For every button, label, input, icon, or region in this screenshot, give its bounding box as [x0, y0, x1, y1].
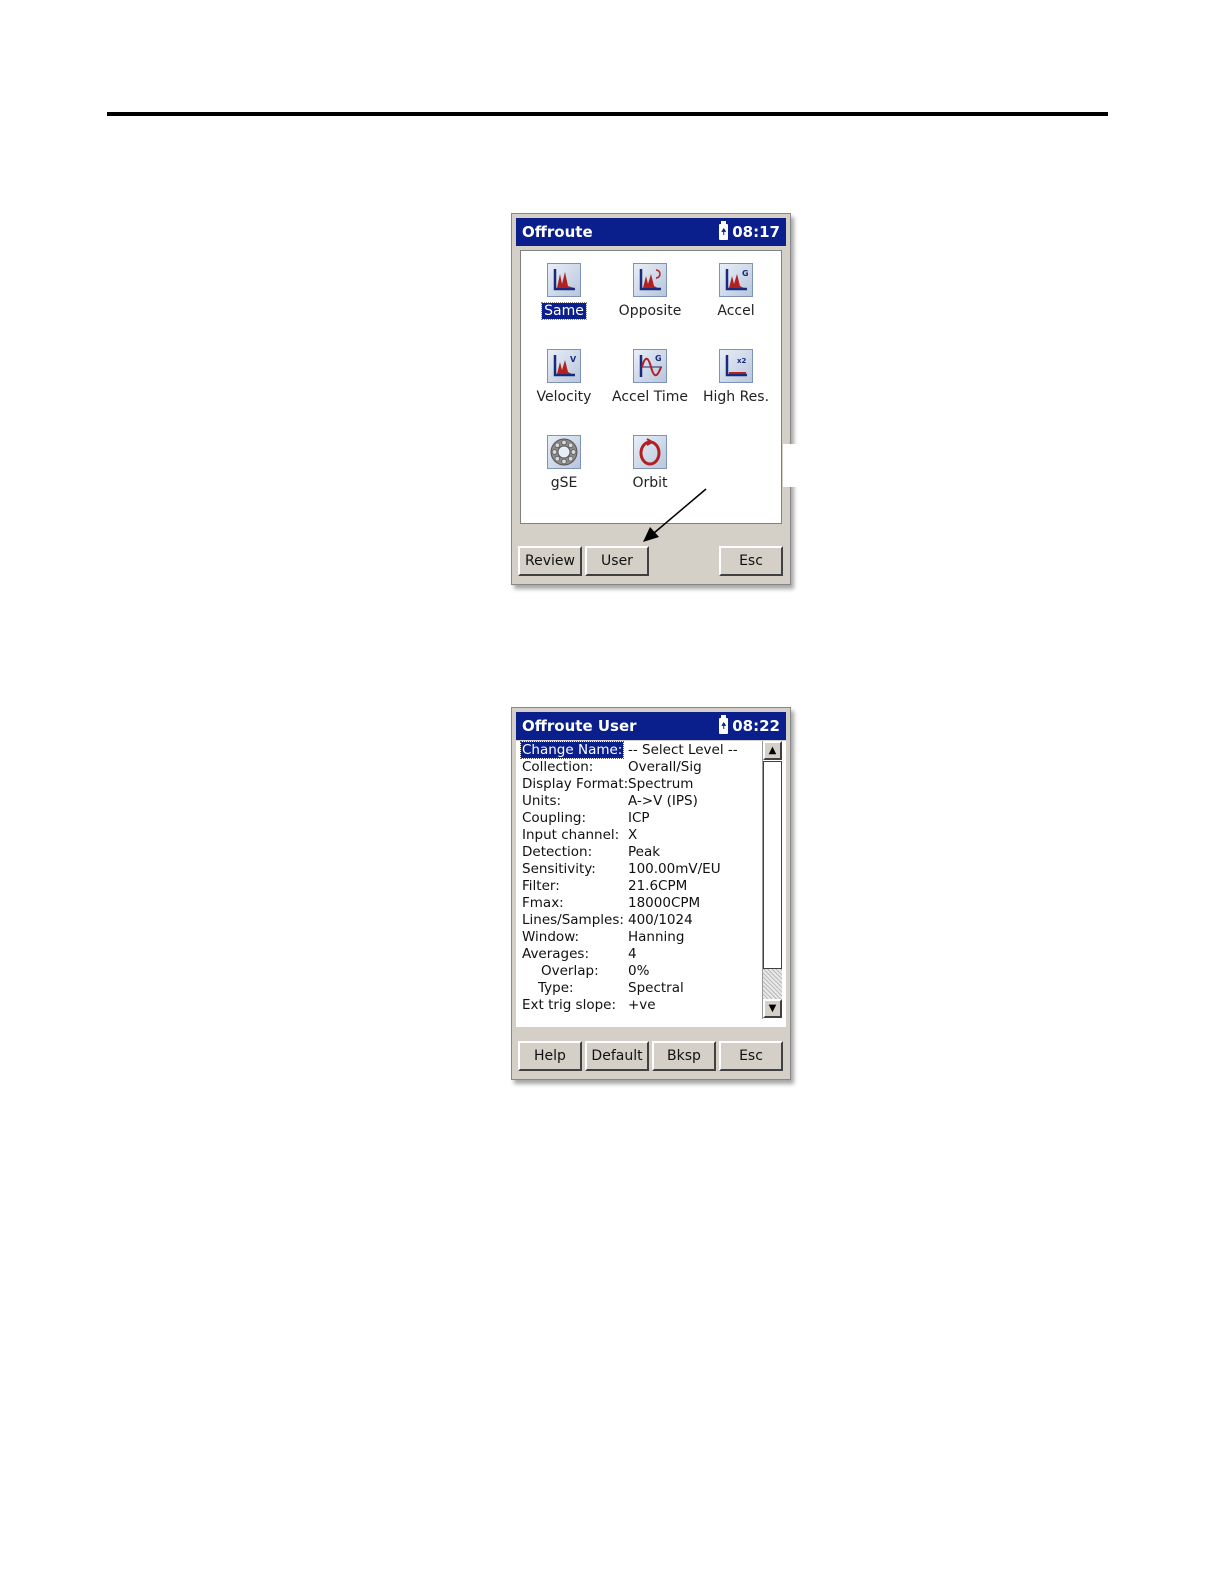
setting-value: 4	[628, 946, 637, 962]
scrollbar-thumb[interactable]	[763, 761, 782, 969]
list-item[interactable]: Collection: Overall/Sig	[522, 759, 758, 776]
setting-value: 0%	[628, 963, 650, 979]
setting-value: Hanning	[628, 929, 685, 945]
esc-button[interactable]: Esc	[719, 1041, 783, 1071]
list-item[interactable]: Input channel: X	[522, 827, 758, 844]
setting-name: Units:	[522, 793, 562, 809]
setting-value: A->V (IPS)	[628, 793, 698, 809]
bksp-button[interactable]: Bksp	[652, 1041, 716, 1071]
title-bar: Offroute User 08:22	[516, 712, 786, 740]
default-button[interactable]: Default	[585, 1041, 649, 1071]
help-button[interactable]: Help	[518, 1041, 582, 1071]
setting-value: 100.00mV/EU	[628, 861, 721, 877]
setting-value: -- Select Level --	[628, 742, 738, 758]
setting-name: Sensitivity:	[522, 861, 596, 877]
setting-value: +ve	[628, 997, 656, 1013]
setting-value: 21.6CPM	[628, 878, 688, 894]
setting-value: Peak	[628, 844, 661, 860]
setting-name: Fmax:	[522, 895, 564, 911]
list-item[interactable]: Display Format: Spectrum	[522, 776, 758, 793]
list-item[interactable]: Change Name: -- Select Level --	[519, 741, 758, 759]
setting-value: 18000CPM	[628, 895, 701, 911]
scroll-up-icon[interactable]: ▲	[763, 741, 782, 760]
list-item[interactable]: Overlap: 0%	[522, 963, 758, 980]
settings-list: Change Name: -- Select Level -- Collectio…	[516, 741, 786, 1027]
setting-name: Collection:	[522, 759, 594, 775]
clock: 08:22	[732, 717, 780, 735]
setting-name: Detection:	[522, 844, 593, 860]
setting-value: Spectrum	[628, 776, 694, 792]
list-item[interactable]: Units: A->V (IPS)	[522, 793, 758, 810]
setting-value: 400/1024	[628, 912, 693, 928]
battery-icon	[719, 715, 729, 734]
list-item[interactable]: Filter: 21.6CPM	[522, 878, 758, 895]
setting-name: Input channel:	[522, 827, 620, 843]
list-item[interactable]: Sensitivity: 100.00mV/EU	[522, 861, 758, 878]
list-item[interactable]: Coupling: ICP	[522, 810, 758, 827]
setting-value: X	[628, 827, 638, 843]
list-item[interactable]: Lines/Samples: 400/1024	[522, 912, 758, 929]
list-item[interactable]: Ext trig slope: +ve	[522, 997, 758, 1014]
scrollbar-track[interactable]	[763, 969, 782, 999]
setting-name: Ext trig slope:	[522, 997, 617, 1013]
setting-name: Window:	[522, 929, 580, 945]
setting-value: ICP	[628, 810, 650, 826]
setting-name: Change Name:	[519, 741, 625, 759]
scroll-down-icon[interactable]: ▼	[763, 999, 782, 1018]
setting-value: Overall/Sig	[628, 759, 702, 775]
offroute-user-window: Offroute User 08:22 Change Name: -- Selec…	[511, 707, 791, 1080]
list-item[interactable]: Window: Hanning	[522, 929, 758, 946]
window-title: Offroute User	[522, 717, 637, 735]
setting-name: Averages:	[522, 946, 590, 962]
list-item[interactable]: Averages: 4	[522, 946, 758, 963]
setting-value: Spectral	[628, 980, 684, 996]
list-item[interactable]: Fmax: 18000CPM	[522, 895, 758, 912]
setting-name: Type:	[538, 980, 574, 996]
setting-name: Display Format:	[522, 776, 629, 792]
list-item[interactable]: Detection: Peak	[522, 844, 758, 861]
setting-name: Overlap:	[541, 963, 599, 979]
setting-name: Filter:	[522, 878, 560, 894]
setting-name: Lines/Samples:	[522, 912, 624, 928]
vertical-scrollbar[interactable]: ▲ ▼	[762, 741, 783, 1019]
list-item[interactable]: Type: Spectral	[522, 980, 758, 997]
setting-name: Coupling:	[522, 810, 586, 826]
